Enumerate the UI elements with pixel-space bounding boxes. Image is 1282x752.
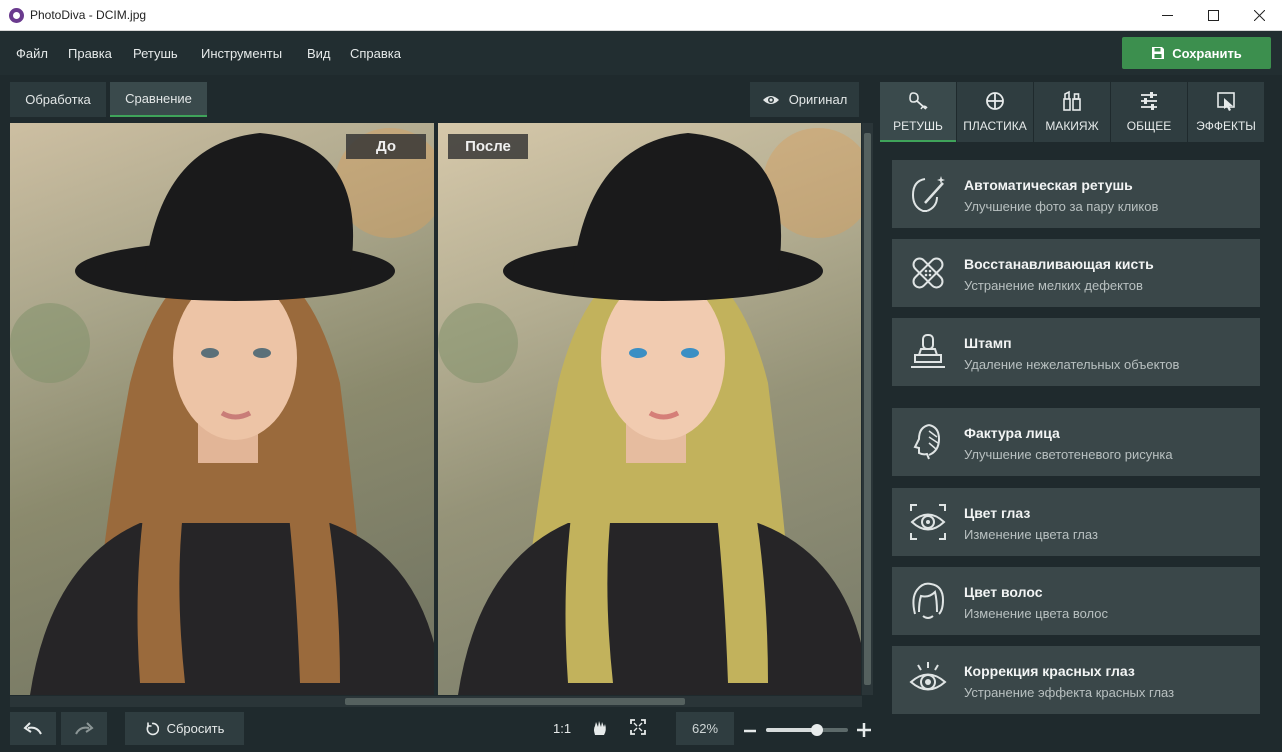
undo-button[interactable] — [10, 712, 56, 745]
photo-before[interactable]: До — [10, 123, 434, 695]
tool-title: Цвет волос — [964, 584, 1043, 600]
tool-desc: Устранение эффекта красных глаз — [964, 685, 1175, 700]
tool-auto-retouch[interactable]: Автоматическая ретушь Улучшение фото за … — [892, 160, 1260, 228]
magic-face-icon — [911, 176, 945, 212]
vertical-scroll-thumb[interactable] — [864, 133, 871, 685]
tool-hair-color[interactable]: Цвет волос Изменение цвета волос — [892, 567, 1260, 635]
tab-plastic-label: ПЛАСТИКА — [963, 119, 1027, 133]
tool-healing-brush[interactable]: Восстанавливающая кисть Устранение мелки… — [892, 239, 1260, 307]
portrait-after-image — [438, 128, 861, 695]
minimize-icon — [1161, 15, 1173, 16]
close-icon — [1253, 10, 1265, 21]
hair-icon — [912, 582, 945, 619]
redo-button[interactable] — [61, 712, 107, 745]
menu-file[interactable]: Файл — [16, 46, 48, 61]
zoom-field[interactable]: 62% — [676, 712, 734, 745]
floppy-icon — [1152, 47, 1165, 59]
actual-size-button[interactable]: 1:1 — [553, 721, 571, 736]
tool-eye-color[interactable]: Цвет глаз Изменение цвета глаз — [892, 488, 1260, 556]
tab-plastic[interactable]: ПЛАСТИКА — [957, 82, 1033, 142]
sliders-icon — [1141, 92, 1157, 110]
title-bar: PhotoDiva - DCIM.jpg — [0, 0, 1282, 31]
tab-comparison[interactable]: Сравнение — [110, 82, 207, 117]
zoom-slider-knob[interactable] — [811, 724, 823, 736]
original-label: Оригинал — [788, 92, 848, 107]
app-logo-icon — [9, 8, 24, 23]
tool-title: Фактура лица — [964, 425, 1060, 441]
tool-title: Штамп — [964, 335, 1012, 351]
maximize-icon — [1207, 10, 1219, 21]
maximize-button[interactable] — [1190, 0, 1236, 31]
vertical-scrollbar[interactable] — [862, 123, 873, 695]
tool-desc: Улучшение фото за пару кликов — [964, 199, 1159, 214]
tab-makeup-label: МАКИЯЖ — [1045, 119, 1099, 133]
eye-icon — [762, 95, 779, 104]
tool-face-texture[interactable]: Фактура лица Улучшение светотеневого рис… — [892, 408, 1260, 476]
face-texture-icon — [913, 424, 941, 460]
tab-processing[interactable]: Обработка — [10, 82, 106, 117]
tool-desc: Изменение цвета глаз — [964, 527, 1098, 542]
window-title: PhotoDiva - DCIM.jpg — [30, 8, 147, 22]
tab-makeup[interactable]: МАКИЯЖ — [1034, 82, 1110, 142]
tab-general-label: ОБЩЕЕ — [1126, 119, 1172, 133]
save-button[interactable]: Сохранить — [1122, 37, 1271, 69]
fit-screen-icon[interactable] — [630, 719, 646, 735]
original-button[interactable]: Оригинал — [750, 82, 859, 117]
zoom-out-icon[interactable] — [743, 724, 757, 738]
tool-title: Автоматическая ретушь — [964, 177, 1133, 193]
eye-target-icon — [910, 504, 946, 540]
horizontal-scroll-thumb[interactable] — [345, 698, 685, 705]
reset-button[interactable]: Сбросить — [125, 712, 244, 745]
close-button[interactable] — [1236, 0, 1282, 31]
menu-retouch[interactable]: Ретушь — [133, 46, 178, 61]
effects-icon — [1217, 92, 1235, 111]
after-label: После — [448, 134, 528, 159]
tab-retouch[interactable]: РЕТУШЬ — [880, 82, 956, 142]
tool-desc: Изменение цвета волос — [964, 606, 1108, 621]
menu-tools[interactable]: Инструменты — [201, 46, 282, 61]
reset-icon — [146, 722, 159, 735]
horizontal-scrollbar[interactable] — [10, 696, 862, 707]
tool-red-eye[interactable]: Коррекция красных глаз Устранение эффект… — [892, 646, 1260, 714]
stamp-icon — [911, 334, 945, 368]
tool-title: Коррекция красных глаз — [964, 663, 1135, 679]
zoom-in-icon[interactable] — [856, 722, 872, 738]
tool-desc: Удаление нежелательных объектов — [964, 357, 1180, 372]
tool-desc: Устранение мелких дефектов — [964, 278, 1143, 293]
menu-view[interactable]: Вид — [307, 46, 331, 61]
hand-icon[interactable] — [592, 719, 608, 737]
reset-label: Сбросить — [166, 721, 225, 736]
bandage-icon — [912, 257, 944, 289]
tab-general[interactable]: ОБЩЕЕ — [1111, 82, 1187, 142]
redo-icon — [75, 721, 94, 734]
makeup-icon — [1063, 90, 1081, 111]
menu-bar: Файл Правка Ретушь Инструменты Вид Справ… — [0, 31, 1282, 75]
tab-effects-label: ЭФФЕКТЫ — [1196, 119, 1256, 133]
zoom-slider[interactable] — [766, 728, 848, 732]
save-label: Сохранить — [1172, 45, 1242, 61]
tool-desc: Улучшение светотеневого рисунка — [964, 447, 1173, 462]
red-eye-icon — [909, 662, 947, 691]
minimize-button[interactable] — [1144, 0, 1190, 31]
plastic-target-icon — [986, 92, 1004, 110]
tool-title: Восстанавливающая кисть — [964, 256, 1154, 272]
tab-retouch-label: РЕТУШЬ — [893, 119, 943, 133]
zoom-slider-fill — [766, 728, 817, 732]
tool-stamp[interactable]: Штамп Удаление нежелательных объектов — [892, 318, 1260, 386]
portrait-before-image — [10, 128, 434, 695]
before-label: До — [346, 134, 426, 159]
menu-edit[interactable]: Правка — [68, 46, 112, 61]
tab-effects[interactable]: ЭФФЕКТЫ — [1188, 82, 1264, 142]
photo-after[interactable]: После — [438, 123, 861, 695]
menu-help[interactable]: Справка — [350, 46, 401, 61]
tool-title: Цвет глаз — [964, 505, 1031, 521]
brush-icon — [909, 92, 928, 110]
undo-icon — [23, 721, 42, 734]
